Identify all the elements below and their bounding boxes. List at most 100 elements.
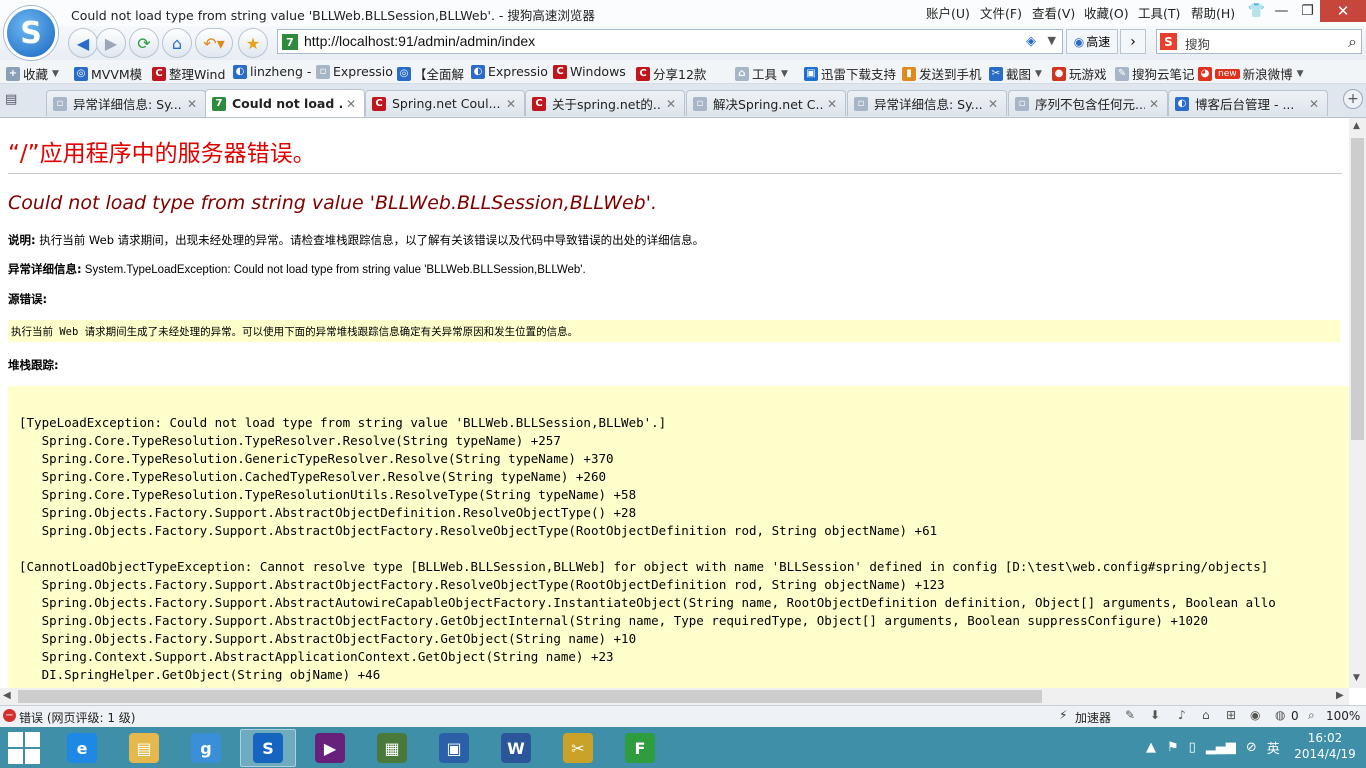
volume-icon[interactable]: ♪: [1178, 708, 1186, 722]
input-language[interactable]: 英: [1267, 738, 1280, 757]
flag-icon[interactable]: ⚑: [1167, 740, 1179, 755]
scroll-right-icon[interactable]: ▶: [1336, 690, 1344, 701]
bookmark-item[interactable]: ◎ MVVM模: [74, 64, 142, 83]
chevron-up-icon[interactable]: ▲: [1146, 740, 1156, 755]
close-icon[interactable]: ✕: [346, 97, 358, 111]
tab-list-icon[interactable]: ▤: [5, 92, 17, 107]
home-button[interactable]: ⌂: [162, 28, 192, 58]
security-icon[interactable]: ◈: [1026, 34, 1036, 49]
new-tab-button[interactable]: +: [1343, 89, 1363, 109]
menu-tools[interactable]: 工具(T): [1138, 3, 1180, 22]
restore-button[interactable]: ❐: [1293, 0, 1322, 22]
bookmark-thunder[interactable]: ▣ 迅雷下载支持: [804, 64, 896, 83]
bookmark-screenshot[interactable]: ✂ 截图 ▼: [989, 64, 1042, 83]
menu-favorites[interactable]: 收藏(O): [1084, 3, 1129, 22]
tab-item[interactable]: ◐ 博客后台管理 - ... ✕: [1168, 90, 1328, 116]
forward-button[interactable]: ▶: [96, 28, 126, 58]
tab-item[interactable]: C Spring.net Coul... ✕: [365, 90, 525, 116]
menu-view[interactable]: 查看(V): [1032, 3, 1075, 22]
close-button[interactable]: ✕: [1320, 0, 1366, 22]
bookmark-item[interactable]: ▫ Expressio: [316, 64, 393, 79]
sogou-logo-icon[interactable]: S: [4, 6, 58, 60]
menu-account[interactable]: 账户(U): [926, 3, 970, 22]
bookmark-item[interactable]: C 分享12款: [636, 64, 706, 83]
search-icon[interactable]: ⌕: [1348, 32, 1357, 52]
scroll-down-icon[interactable]: ▼: [1353, 673, 1360, 683]
lock-icon[interactable]: ⌂: [1202, 708, 1210, 722]
stack-trace-heading: 堆栈跟踪:: [8, 357, 59, 373]
zoom-level[interactable]: 100%: [1326, 709, 1360, 723]
menu-file[interactable]: 文件(F): [980, 3, 1022, 22]
horizontal-scroll-thumb[interactable]: [18, 690, 1042, 703]
stack-trace-label: 堆栈跟踪:: [8, 358, 59, 372]
tab-item-active[interactable]: 7 Could not load ... ✕: [205, 89, 365, 117]
start-button[interactable]: [8, 732, 40, 764]
status-error-text[interactable]: 错误 (网页评级: 1 级): [19, 709, 136, 726]
bookmark-label: 发送到手机: [919, 67, 982, 82]
bookmark-item[interactable]: ◐ linzheng -: [233, 64, 311, 79]
bookmark-tools[interactable]: ⌂ 工具 ▼: [735, 64, 788, 83]
next-button[interactable]: ›: [1120, 29, 1146, 54]
download-icon[interactable]: ⬇: [1150, 708, 1160, 722]
tab-item[interactable]: ▫ 异常详细信息: Sy... ✕: [46, 90, 206, 116]
refresh-button[interactable]: ⟳: [129, 28, 159, 58]
bookmark-cloud-notes[interactable]: ✎ 搜狗云笔记: [1115, 64, 1195, 83]
back-button[interactable]: ◀: [68, 28, 98, 58]
muted-volume-icon[interactable]: ⊘: [1246, 740, 1257, 755]
horizontal-scrollbar[interactable]: ◀ ▶: [0, 688, 1349, 705]
tab-item[interactable]: ▫ 异常详细信息: Sy... ✕: [847, 90, 1007, 116]
speed-mode-button[interactable]: ◉ 高速: [1066, 29, 1118, 54]
search-box[interactable]: S 搜狗 ⌕: [1156, 29, 1362, 54]
minimize-button[interactable]: —: [1267, 0, 1296, 22]
scroll-left-icon[interactable]: ◀: [3, 690, 11, 701]
tab-label: 异常详细信息: Sy...: [73, 97, 182, 112]
accelerator-button[interactable]: 加速器: [1075, 709, 1111, 726]
bookmark-item[interactable]: ◐ Expressio: [471, 64, 548, 79]
bookmark-games[interactable]: ● 玩游戏: [1052, 64, 1107, 83]
scroll-up-icon[interactable]: ▲: [1353, 121, 1360, 131]
close-icon[interactable]: ✕: [988, 97, 1000, 111]
tab-item[interactable]: C 关于spring.net的... ✕: [525, 90, 685, 116]
bookmark-item[interactable]: ◎ 【全面解: [397, 64, 464, 83]
taskbar-app[interactable]: ▦: [364, 729, 420, 767]
taskbar-app[interactable]: ▤: [116, 729, 172, 767]
vertical-scrollbar[interactable]: ▲ ▼: [1349, 118, 1366, 688]
clock[interactable]: 16:02 2014/4/19: [1288, 730, 1362, 762]
taskbar-app[interactable]: e: [54, 729, 110, 767]
eye-icon[interactable]: ◉: [1250, 708, 1260, 722]
taskbar-app[interactable]: W: [488, 729, 544, 767]
vertical-scroll-thumb[interactable]: [1351, 138, 1364, 440]
network-icon[interactable]: ▂▄▆: [1206, 740, 1236, 755]
taskbar-app[interactable]: S: [240, 729, 296, 767]
stack-trace-line: Spring.Objects.Factory.Support.AbstractO…: [19, 505, 637, 520]
bookmark-weibo[interactable]: ◕ new 新浪微博 ▼: [1198, 64, 1304, 83]
search-input[interactable]: 搜狗: [1185, 34, 1210, 53]
close-icon[interactable]: ✕: [666, 97, 678, 111]
bookmark-item[interactable]: C 整理Wind: [152, 64, 225, 83]
chevron-down-icon: ▼: [1035, 68, 1042, 79]
pen-icon[interactable]: ✎: [1125, 708, 1135, 722]
bookmark-send-to-phone[interactable]: ▮ 发送到手机: [902, 64, 982, 83]
close-icon[interactable]: ✕: [827, 97, 839, 111]
close-icon[interactable]: ✕: [1149, 97, 1161, 111]
bookmark-item[interactable]: C Windows: [553, 64, 626, 79]
dropdown-arrow-icon[interactable]: ▼: [1048, 34, 1056, 47]
address-text[interactable]: http://localhost:91/admin/admin/index: [304, 33, 535, 49]
taskbar-app[interactable]: ▶: [302, 729, 358, 767]
tab-item[interactable]: ▫ 序列不包含任何元... ✕: [1008, 90, 1168, 116]
close-icon[interactable]: ✕: [187, 97, 199, 111]
menu-help[interactable]: 帮助(H): [1191, 3, 1235, 22]
address-bar[interactable]: 7 http://localhost:91/admin/admin/index …: [277, 29, 1063, 54]
battery-icon[interactable]: ▯: [1189, 740, 1196, 755]
screenshot-icon[interactable]: ⊞: [1226, 708, 1236, 722]
taskbar-app[interactable]: F: [612, 729, 668, 767]
close-icon[interactable]: ✕: [506, 97, 518, 111]
taskbar-app[interactable]: ▣: [426, 729, 482, 767]
bookmark-favorites[interactable]: + 收藏 ▼: [6, 64, 59, 83]
taskbar-app[interactable]: ✂: [550, 729, 606, 767]
close-icon[interactable]: ✕: [1309, 97, 1321, 111]
tab-item[interactable]: ▫ 解决Spring.net C... ✕: [686, 90, 846, 116]
taskbar-app[interactable]: g: [178, 729, 234, 767]
undo-close-button[interactable]: ↶▾: [195, 28, 233, 58]
favorite-button[interactable]: ★: [238, 28, 268, 58]
